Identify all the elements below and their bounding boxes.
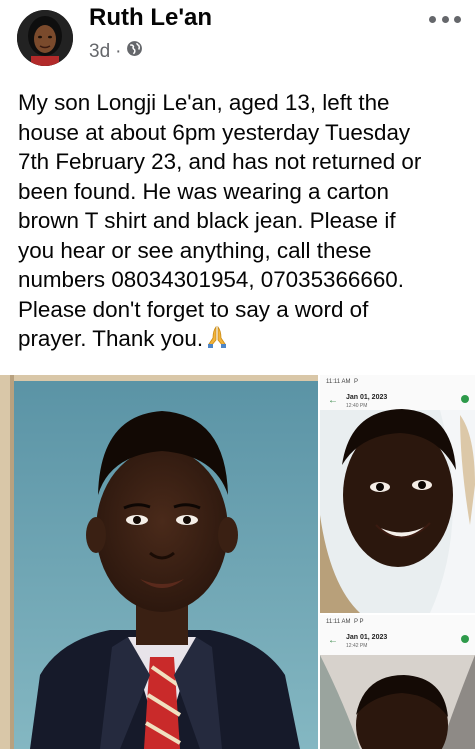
post-text-line: you hear or see anything, call these [18, 237, 372, 263]
post-text-line: house at about 6pm yesterday Tuesday [18, 119, 411, 145]
mini-time: 12:40 PM [346, 403, 368, 409]
back-arrow-icon: ← [328, 395, 338, 406]
globe-icon [126, 40, 143, 63]
post-text: My son Longji Le'an, aged 13, left the h… [18, 88, 468, 357]
post-text-line: Please don't forget to say a word of [18, 296, 369, 322]
call-icon [461, 635, 469, 643]
photo-main[interactable] [0, 375, 318, 749]
photo-grid: 11:11 AM P ← Jan 01, 2023 12:40 PM 11:11… [0, 375, 475, 749]
photo-screenshot-2[interactable]: 11:11 AM P P ← Jan 01, 2023 12:42 PM [320, 615, 475, 749]
post-text-line-last: prayer. Thank you. [18, 324, 468, 357]
mini-date: Jan 01, 2023 [346, 394, 388, 401]
post-text-line: 7th February 23, and has not returned or [18, 149, 422, 174]
more-options-icon[interactable] [429, 12, 461, 26]
meta-separator: · [115, 40, 122, 62]
post-text-line: prayer. Thank you. [18, 326, 204, 351]
post-text-line: My son Longji Le'an, aged 13, left the [18, 90, 390, 115]
post-header: Ruth Le'an 3d · [0, 0, 475, 80]
author-name[interactable]: Ruth Le'an [89, 4, 212, 32]
mini-status-icons: P [354, 379, 359, 385]
post-meta: 3d · [89, 40, 143, 63]
mini-status-time: 11:11 AM [326, 379, 351, 385]
mini-date: Jan 01, 2023 [346, 634, 388, 641]
photo-screenshot-1[interactable]: 11:11 AM P ← Jan 01, 2023 12:40 PM [320, 375, 475, 613]
post-text-line: brown T shirt and black jean. Please if [18, 208, 396, 233]
post-text-line: been found. He was wearing a carton [18, 178, 389, 204]
call-icon [461, 395, 469, 403]
back-arrow-icon: ← [328, 635, 338, 646]
mini-time: 12:42 PM [346, 643, 368, 649]
mini-status-time: 11:11 AM [326, 619, 351, 625]
praying-hands-icon [205, 325, 229, 357]
mini-status-icons: P P [354, 619, 364, 625]
post-text-line: numbers 08034301954, 07035366660. [18, 267, 404, 292]
avatar[interactable] [17, 10, 73, 66]
post-time[interactable]: 3d [89, 41, 110, 63]
